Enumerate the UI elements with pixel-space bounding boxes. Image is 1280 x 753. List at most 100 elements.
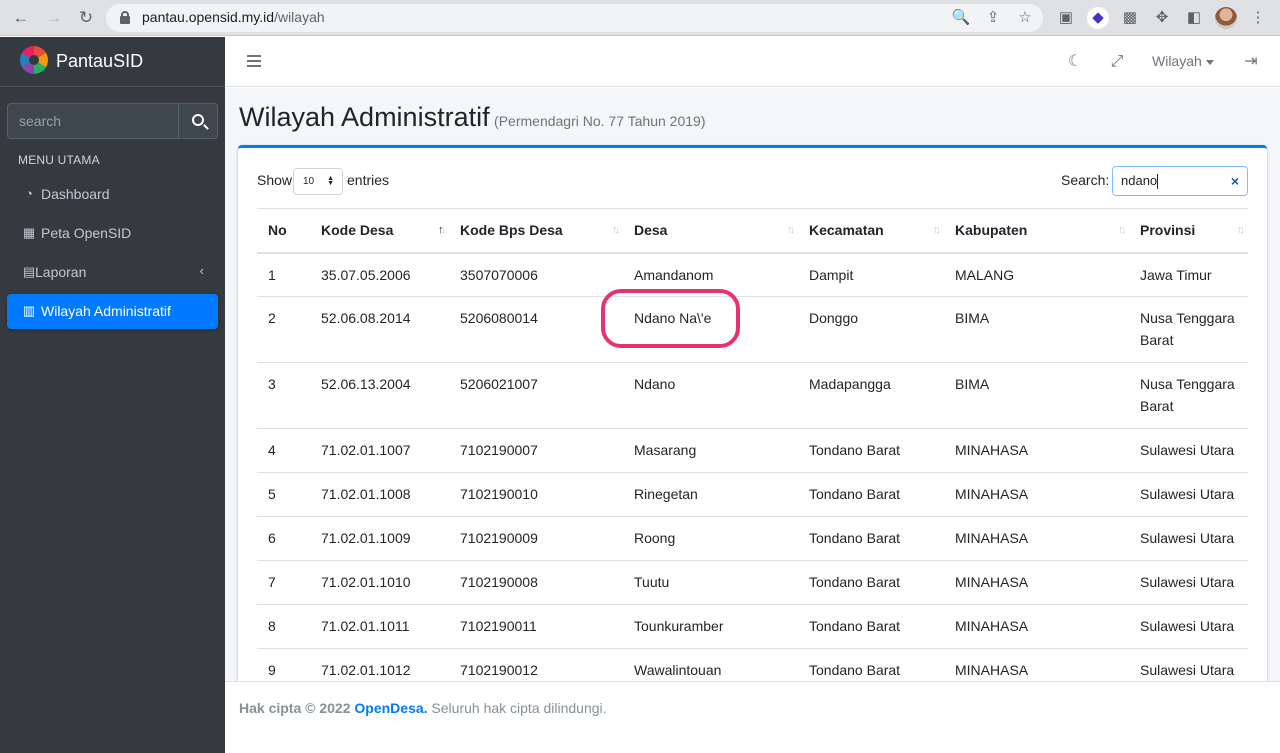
kebab-menu-icon[interactable]: ⋮ <box>1247 7 1269 29</box>
table-row: 2 52.06.08.2014 5206080014 Ndano Na\'e D… <box>257 296 1248 363</box>
profile-avatar[interactable] <box>1215 7 1237 29</box>
sort-icon: ↑↓ <box>787 224 795 236</box>
cell-no: 6 <box>257 516 310 561</box>
cell-kode-bps: 7102190012 <box>449 648 623 681</box>
column-header-provinsi[interactable]: Provinsi ↑↓ <box>1129 208 1248 254</box>
sidepanel-icon[interactable]: ◧ <box>1183 7 1205 29</box>
sort-icon: ↑↓ <box>1237 224 1245 236</box>
lock-icon[interactable] <box>120 11 130 24</box>
sidebar-search: search <box>7 103 218 139</box>
cell-provinsi: Sulawesi Utara <box>1129 516 1248 561</box>
footer-rights: Seluruh hak cipta dilindungi. <box>431 700 607 716</box>
wilayah-dropdown[interactable]: Wilayah <box>1152 53 1214 69</box>
logout-icon[interactable]: ⇥ <box>1241 51 1261 73</box>
share-icon[interactable]: ⇪ <box>983 8 1003 28</box>
fullscreen-icon[interactable]: ⤢ <box>1107 51 1127 73</box>
sidebar-search-button[interactable] <box>178 104 218 138</box>
page-size-select[interactable]: 10 ▲ ▼ <box>293 168 343 195</box>
cell-kode-desa: 52.06.13.2004 <box>310 362 449 429</box>
cell-kode-desa: 52.06.08.2014 <box>310 296 449 363</box>
search-input[interactable]: ndano × <box>1112 166 1248 196</box>
column-header-desa[interactable]: Desa ↑↓ <box>623 208 798 254</box>
cell-kecamatan: Tondano Barat <box>798 428 944 473</box>
cell-kabupaten: MINAHASA <box>944 428 1129 473</box>
cell-kecamatan: Donggo <box>798 296 944 363</box>
cell-kode-desa: 71.02.01.1008 <box>310 472 449 517</box>
footer-link-opendesa[interactable]: OpenDesa. <box>354 700 427 716</box>
footer: Hak cipta © 2022 OpenDesa. Seluruh hak c… <box>225 681 1280 733</box>
cell-kode-bps: 5206080014 <box>449 296 623 363</box>
star-icon[interactable]: ☆ <box>1015 8 1035 28</box>
cell-provinsi: Sulawesi Utara <box>1129 472 1248 517</box>
sidebar-item-label: Peta OpenSID <box>41 225 132 241</box>
column-header-no[interactable]: No <box>257 208 310 254</box>
dark-mode-icon[interactable]: ☾ <box>1065 51 1085 73</box>
sidebar-item-peta-opensid[interactable]: ▦ Peta OpenSID <box>7 216 218 251</box>
zoom-icon[interactable]: 🔍 <box>951 8 971 28</box>
column-header-kabupaten[interactable]: Kabupaten ↑↓ <box>944 208 1129 254</box>
cell-no: 9 <box>257 648 310 681</box>
cell-kabupaten: BIMA <box>944 362 1129 429</box>
cell-provinsi: Sulawesi Utara <box>1129 648 1248 681</box>
table-row: 9 71.02.01.1012 7102190012 Wawalintouan … <box>257 648 1248 681</box>
content-wrapper: Wilayah Administratif (Permendagri No. 7… <box>225 88 1280 681</box>
address-bar[interactable]: pantau.opensid.my.id/wilayah 🔍 ⇪ ☆ <box>106 4 1043 32</box>
cell-kode-desa: 71.02.01.1012 <box>310 648 449 681</box>
sort-asc-icon: ↑↓ <box>438 224 446 236</box>
hamburger-menu-icon[interactable] <box>247 55 261 67</box>
table-row: 5 71.02.01.1008 7102190010 Rinegetan Ton… <box>257 472 1248 517</box>
cell-kode-desa: 71.02.01.1010 <box>310 560 449 605</box>
cell-kabupaten: MINAHASA <box>944 516 1129 561</box>
cell-provinsi: Sulawesi Utara <box>1129 604 1248 649</box>
tachometer-icon: ◔ <box>25 186 33 201</box>
cell-kode-desa: 71.02.01.1011 <box>310 604 449 649</box>
column-header-kecamatan[interactable]: Kecamatan ↑↓ <box>798 208 944 254</box>
sort-icon: ↑↓ <box>933 224 941 236</box>
reading-list-icon[interactable]: ▣ <box>1055 7 1077 29</box>
sidebar-search-input[interactable]: search <box>8 104 178 138</box>
table-row: 1 35.07.05.2006 3507070006 Amandanom Dam… <box>257 252 1248 297</box>
cell-kabupaten: MALANG <box>944 252 1129 297</box>
cell-no: 4 <box>257 428 310 473</box>
page-subtitle: (Permendagri No. 77 Tahun 2019) <box>494 113 706 129</box>
cell-kecamatan: Dampit <box>798 252 944 297</box>
table-row: 3 52.06.13.2004 5206021007 Ndano Madapan… <box>257 362 1248 429</box>
sidebar-item-wilayah-administratif[interactable]: ▥ Wilayah Administratif <box>7 294 218 329</box>
browser-toolbar: ← → ↻ pantau.opensid.my.id/wilayah 🔍 ⇪ ☆… <box>0 0 1280 36</box>
sidebar-item-label: Wilayah Administratif <box>41 303 171 319</box>
table-row: 8 71.02.01.1011 7102190011 Tounkuramber … <box>257 604 1248 649</box>
sidebar-item-label: Laporan <box>35 264 87 280</box>
column-header-kode-bps-desa[interactable]: Kode Bps Desa ↑↓ <box>449 208 623 254</box>
sidebar-item-label: Dashboard <box>41 186 110 202</box>
page-title: Wilayah Administratif (Permendagri No. 7… <box>239 102 706 132</box>
brand-name: PantauSID <box>56 51 144 71</box>
cell-no: 7 <box>257 560 310 605</box>
column-header-kode-desa[interactable]: Kode Desa ↑↓ <box>310 208 449 254</box>
menu-header: MENU UTAMA <box>18 153 100 167</box>
table-row: 4 71.02.01.1007 7102190007 Masarang Tond… <box>257 428 1248 473</box>
clear-search-icon[interactable]: × <box>1231 167 1239 195</box>
brand[interactable]: PantauSID <box>0 37 225 87</box>
search-icon <box>192 114 204 126</box>
extension-square-icon[interactable]: ▩ <box>1119 7 1141 29</box>
highlight-annotation <box>601 289 740 348</box>
url-text[interactable]: pantau.opensid.my.id/wilayah <box>142 9 325 25</box>
cell-desa: Tounkuramber <box>623 604 798 649</box>
cell-kabupaten: MINAHASA <box>944 560 1129 605</box>
extension-diamond-icon[interactable]: ◆ <box>1087 7 1109 29</box>
page-bottom <box>225 733 1280 753</box>
map-marked-icon: ▦ <box>22 225 36 240</box>
back-icon[interactable]: ← <box>9 6 33 30</box>
sidebar-item-dashboard[interactable]: ◔ Dashboard <box>7 177 218 212</box>
cell-kecamatan: Tondano Barat <box>798 472 944 517</box>
wilayah-table: No Kode Desa ↑↓ Kode Bps Desa ↑↓ Desa ↑↓ Ke… <box>257 208 1248 681</box>
cell-kode-bps: 3507070006 <box>449 252 623 297</box>
reload-icon[interactable]: ↻ <box>74 6 98 30</box>
puzzle-icon[interactable]: ✥ <box>1151 7 1173 29</box>
sort-icon: ↑↓ <box>1118 224 1126 236</box>
cell-desa: Tuutu <box>623 560 798 605</box>
sidebar-item-laporan[interactable]: ▤ Laporan ‹ <box>7 255 218 290</box>
caret-down-icon <box>1205 59 1214 65</box>
cell-desa: Masarang <box>623 428 798 473</box>
forward-icon[interactable]: → <box>42 6 66 30</box>
